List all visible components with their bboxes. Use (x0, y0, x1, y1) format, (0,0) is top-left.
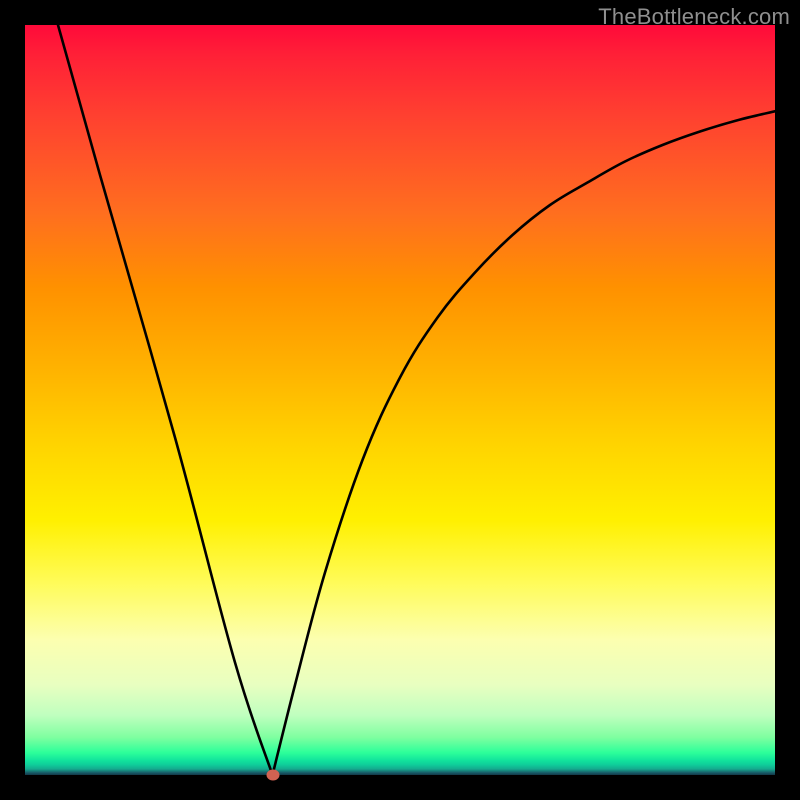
curve-left-branch (48, 25, 273, 775)
chart-curve-layer (25, 25, 775, 775)
chart-plot-area (25, 25, 775, 775)
min-point-marker (266, 770, 279, 781)
curve-right-branch (273, 111, 776, 775)
